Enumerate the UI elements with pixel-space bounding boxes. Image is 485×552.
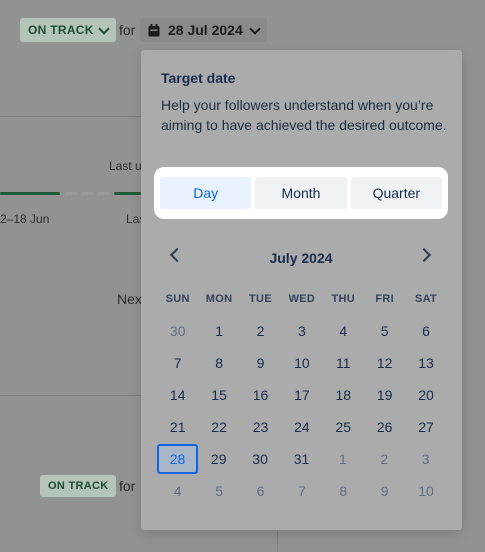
weekday-label: SAT [414, 293, 438, 305]
calendar-day[interactable]: 2 [240, 316, 281, 346]
calendar-day[interactable]: 6 [240, 476, 281, 506]
calendar-week-row: 21 22 23 24 25 26 27 [157, 412, 447, 442]
status-badge-label: ON TRACK [48, 480, 109, 492]
status-dropdown[interactable]: ON TRACK [20, 18, 116, 42]
calendar-day[interactable]: 13 [405, 348, 446, 378]
calendar-day[interactable]: 17 [281, 380, 322, 410]
chevron-down-icon [249, 22, 261, 35]
calendar-day[interactable]: 8 [198, 348, 239, 378]
for-label: for [119, 22, 136, 38]
popup-title: Target date [161, 70, 236, 86]
calendar-day[interactable]: 9 [364, 476, 405, 506]
timeline-dash-segment [97, 192, 109, 195]
calendar-day[interactable]: 26 [364, 412, 405, 442]
weekday-label: MON [205, 293, 233, 305]
timeline-dash-segment [65, 192, 77, 195]
weekday-header-row: SUN MON TUE WED THU FRI SAT [157, 293, 447, 305]
calendar-day[interactable]: 30 [239, 444, 280, 474]
calendar-day[interactable]: 12 [364, 348, 405, 378]
calendar-day[interactable]: 1 [322, 444, 363, 474]
calendar-day[interactable]: 3 [405, 444, 446, 474]
toggle-month-button[interactable]: Month [255, 177, 347, 209]
calendar-month-label: July 2024 [269, 250, 333, 266]
calendar-day[interactable]: 5 [364, 316, 405, 346]
date-range-label: 2–18 Jun [0, 212, 50, 226]
weekday-label: TUE [249, 293, 272, 305]
date-picker-trigger[interactable]: 28 Jul 2024 [140, 18, 267, 42]
calendar-week-row: 14 15 16 17 18 19 20 [157, 380, 447, 410]
calendar-day[interactable]: 31 [281, 444, 322, 474]
calendar-icon [148, 23, 160, 36]
popup-description: Help your followers understand when you’… [161, 97, 447, 133]
calendar-day[interactable]: 20 [405, 380, 446, 410]
weekday-label: SUN [165, 293, 190, 305]
date-picker-label: 28 Jul 2024 [168, 22, 243, 38]
calendar-day[interactable]: 3 [281, 316, 322, 346]
for-label: for [119, 478, 136, 494]
calendar-day[interactable]: 7 [281, 476, 322, 506]
calendar-day[interactable]: 14 [157, 380, 198, 410]
calendar-day[interactable]: 1 [198, 316, 239, 346]
calendar-week-row: 7 8 9 10 11 12 13 [157, 348, 447, 378]
chevron-down-icon [98, 22, 110, 35]
calendar-day[interactable]: 27 [405, 412, 446, 442]
calendar-header: July 2024 [161, 246, 441, 270]
calendar-day[interactable]: 11 [323, 348, 364, 378]
toggle-quarter-button[interactable]: Quarter [350, 177, 442, 209]
calendar-day[interactable]: 25 [323, 412, 364, 442]
calendar-day[interactable]: 16 [240, 380, 281, 410]
calendar-day[interactable]: 7 [157, 348, 198, 378]
calendar-day[interactable]: 4 [157, 476, 198, 506]
calendar-week-row: 28 29 30 31 1 2 3 [157, 444, 447, 474]
calendar-day[interactable]: 5 [198, 476, 239, 506]
weekday-label: THU [331, 293, 356, 305]
timeline-bar [0, 192, 141, 195]
toggle-day-button[interactable]: Day [160, 177, 252, 209]
calendar-day[interactable]: 10 [405, 476, 446, 506]
timeline-solid-segment [0, 192, 60, 195]
divider [0, 395, 141, 396]
calendar-day[interactable]: 2 [364, 444, 405, 474]
calendar-day-selected[interactable]: 28 [157, 444, 198, 474]
calendar-day[interactable]: 21 [157, 412, 198, 442]
calendar-day[interactable]: 24 [281, 412, 322, 442]
calendar-week-row: 4 5 6 7 8 9 10 [157, 476, 447, 506]
weekday-label: WED [288, 293, 316, 305]
timeline-solid-segment [114, 192, 141, 195]
last-update-label: Last u [109, 159, 142, 173]
calendar-day[interactable]: 15 [198, 380, 239, 410]
calendar-day[interactable]: 18 [323, 380, 364, 410]
calendar-day[interactable]: 6 [405, 316, 446, 346]
calendar-day[interactable]: 30 [157, 316, 198, 346]
timeline-dash-segment [81, 192, 93, 195]
calendar-day[interactable]: 23 [240, 412, 281, 442]
calendar-day[interactable]: 22 [198, 412, 239, 442]
divider [277, 530, 278, 552]
status-badge: ON TRACK [40, 475, 117, 497]
calendar-day[interactable]: 4 [323, 316, 364, 346]
granularity-toggle: Day Month Quarter [154, 167, 448, 219]
status-dropdown-label: ON TRACK [28, 23, 94, 37]
calendar-week-row: 30 1 2 3 4 5 6 [157, 316, 447, 346]
calendar-day[interactable]: 8 [323, 476, 364, 506]
divider [0, 116, 141, 117]
calendar-day[interactable]: 29 [198, 444, 239, 474]
weekday-label: FRI [375, 293, 394, 305]
calendar-day[interactable]: 9 [240, 348, 281, 378]
calendar-day[interactable]: 19 [364, 380, 405, 410]
calendar-day[interactable]: 10 [281, 348, 322, 378]
